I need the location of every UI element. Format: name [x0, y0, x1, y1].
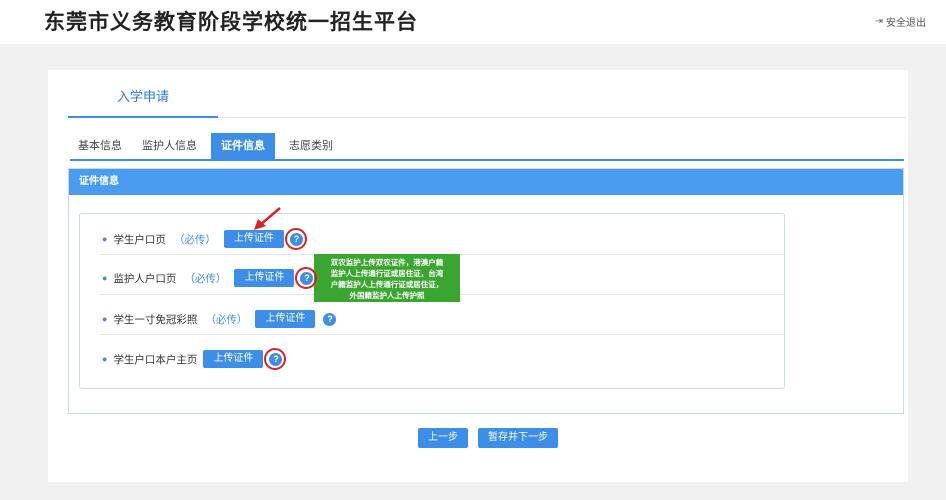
logout-link[interactable]: ⇥ 安全退出	[875, 14, 926, 29]
help-icon[interactable]: ?	[323, 312, 337, 326]
help-icon[interactable]: ?	[289, 232, 303, 246]
help-icon[interactable]: ?	[300, 271, 314, 285]
help-icon[interactable]: ?	[269, 352, 283, 366]
bullet-icon: ●	[102, 273, 108, 283]
document-row: ● 学生户口页 （必传） 上传证件 ?	[102, 227, 307, 250]
subtab-guardian-info[interactable]: 监护人信息	[132, 133, 207, 159]
tooltip-line: 外国籍监护人上传护照	[349, 291, 425, 300]
divider	[218, 117, 906, 118]
help-tooltip: 双农监护上传双农证件，港澳户籍 监护人上传通行证或居住证，台湾 户籍监护人上传通…	[314, 254, 460, 302]
upload-button[interactable]: 上传证件	[234, 269, 295, 287]
required-tag: （必传）	[184, 272, 227, 285]
documents-section: 证件信息 ● 学生户口页 （必传） 上传证件 ? ● 监护人户口页 （必传） 上…	[68, 168, 904, 414]
upload-button[interactable]: 上传证件	[255, 310, 316, 328]
document-row: ● 学生一寸免冠彩照 （必传） 上传证件 ?	[102, 309, 337, 329]
document-label: 学生户口页	[113, 233, 166, 246]
help-wrap: ?	[264, 347, 287, 370]
subtab-underline	[70, 159, 904, 161]
bullet-icon: ●	[102, 314, 108, 324]
subtab-preference[interactable]: 志愿类别	[279, 133, 343, 159]
tooltip-line: 监护人上传通行证或居住证，台湾	[330, 269, 444, 278]
subtab-bar: 基本信息 监护人信息 证件信息 志愿类别	[70, 132, 343, 160]
logout-label: 安全退出	[886, 18, 926, 29]
prev-step-button[interactable]: 上一步	[418, 428, 468, 448]
bullet-icon: ●	[102, 354, 108, 364]
save-next-button[interactable]: 暂存并下一步	[478, 428, 558, 448]
logout-icon: ⇥	[874, 16, 883, 27]
subtab-documents[interactable]: 证件信息	[211, 133, 275, 159]
row-divider	[100, 334, 784, 335]
upload-button[interactable]: 上传证件	[223, 230, 284, 248]
document-row: ● 学生户口本户主页 上传证件 ?	[102, 347, 287, 370]
document-label: 学生户口本户主页	[113, 353, 198, 366]
section-title: 证件信息	[69, 169, 903, 195]
document-label: 监护人户口页	[113, 272, 177, 285]
tooltip-line: 户籍监护人上传通行证或居住证，	[330, 280, 444, 289]
document-label: 学生一寸免冠彩照	[113, 313, 198, 326]
document-row: ● 监护人户口页 （必传） 上传证件 ?	[102, 266, 318, 289]
subtab-basic-info[interactable]: 基本信息	[70, 133, 132, 159]
header: 东莞市义务教育阶段学校统一招生平台 ⇥ 安全退出	[0, 0, 946, 44]
bullet-icon: ●	[102, 234, 108, 244]
tooltip-line: 双农监护上传双农证件，港澳户籍	[330, 258, 444, 267]
upload-button[interactable]: 上传证件	[203, 350, 264, 368]
tab-apply-label: 入学申请	[116, 89, 169, 104]
site-title: 东莞市义务教育阶段学校统一招生平台	[44, 10, 418, 34]
help-wrap: ?	[284, 227, 307, 250]
annotation-arrow-icon	[254, 207, 281, 230]
help-wrap: ?	[295, 266, 318, 289]
tab-apply[interactable]: 入学申请	[68, 88, 218, 118]
footer-actions: 上一步 暂存并下一步	[418, 428, 558, 448]
required-tag: （必传）	[205, 313, 248, 326]
required-tag: （必传）	[173, 233, 216, 246]
